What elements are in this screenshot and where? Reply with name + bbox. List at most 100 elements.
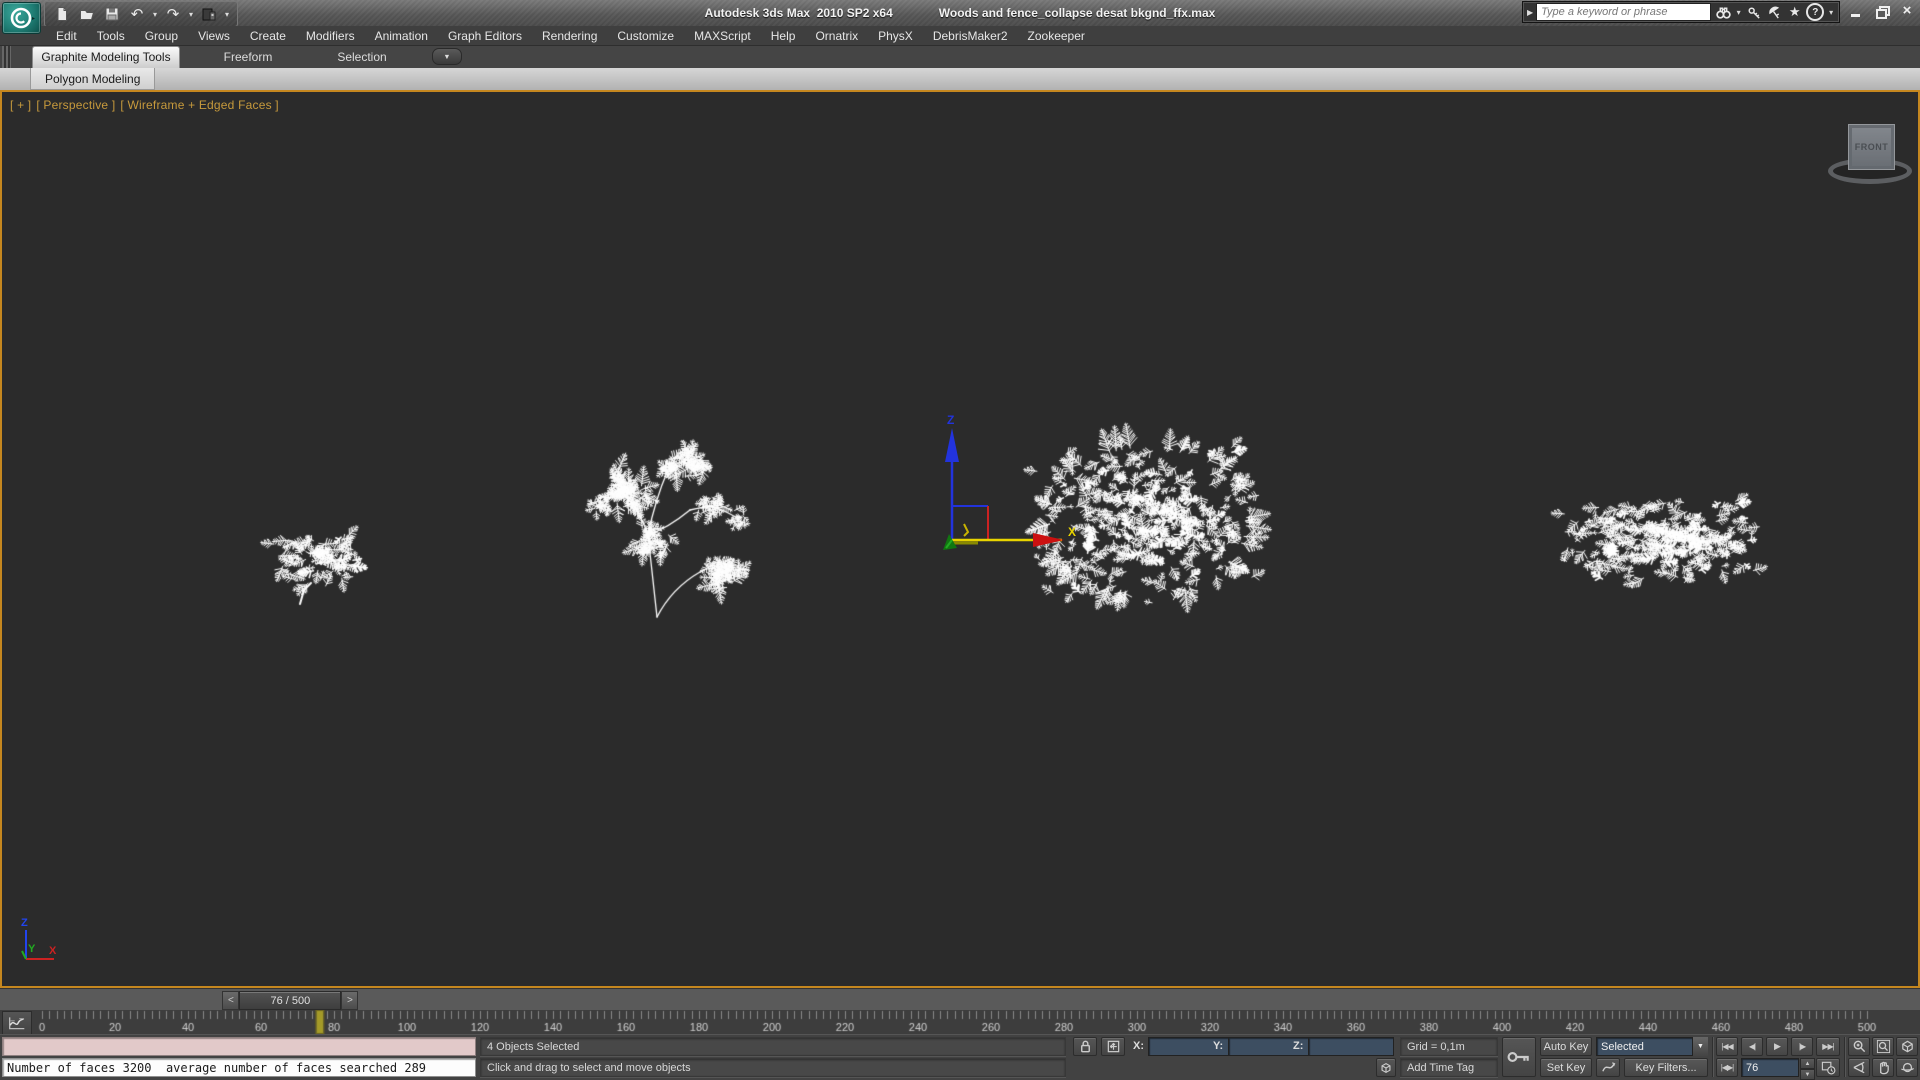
open-mini-curve-editor-button[interactable]	[2, 1011, 32, 1035]
viewport-scene-canvas[interactable]	[2, 92, 1918, 986]
key-mode-toggle-button[interactable]: |◀▶|	[1716, 1058, 1738, 1077]
application-menu-button[interactable]	[2, 2, 41, 34]
ribbon-panel-strip: Polygon Modeling	[0, 68, 1920, 91]
menu-item-help[interactable]: Help	[761, 27, 806, 45]
menu-item-views[interactable]: Views	[188, 27, 240, 45]
tab-freeform[interactable]: Freeform	[200, 47, 296, 68]
x-coordinate-label: X:	[1133, 1040, 1144, 1052]
file-title: Woods and fence_collapse desat bkgnd_ffx…	[939, 6, 1216, 20]
help-dropdown-icon[interactable]: ▾	[1827, 8, 1835, 17]
toolbar-dropdown-icon[interactable]: ▾	[223, 10, 231, 19]
search-icon[interactable]	[1714, 3, 1731, 21]
menu-item-customize[interactable]: Customize	[607, 27, 684, 45]
undo-button[interactable]: ↶	[126, 4, 148, 24]
viewcube-face-label: FRONT	[1855, 142, 1889, 152]
perspective-viewport[interactable]: Z X Z X Y [ + ] [ Perspective ] [ Wirefr…	[0, 90, 1920, 988]
favorites-star-icon[interactable]: ★	[1786, 3, 1803, 21]
manage-scenes-button[interactable]	[198, 4, 220, 24]
time-slider-track[interactable]: < 76 / 500 >	[0, 988, 1920, 1012]
frame-spinner: ▲ ▼	[1800, 1058, 1815, 1080]
track-bar[interactable]	[0, 1010, 1920, 1035]
y-coordinate-label: Y:	[1213, 1040, 1223, 1052]
subscription-key-icon[interactable]	[1745, 3, 1762, 21]
menu-item-edit[interactable]: Edit	[46, 27, 87, 45]
search-input[interactable]	[1536, 3, 1711, 21]
z-coordinate-label: Z:	[1293, 1040, 1303, 1052]
menu-item-group[interactable]: Group	[135, 27, 188, 45]
default-in-out-tangents-button[interactable]	[1596, 1058, 1620, 1077]
frame-spinner-up-icon[interactable]: ▲	[1800, 1058, 1815, 1069]
viewcube[interactable]: FRONT	[1828, 120, 1914, 202]
viewport-menu-view[interactable]: [ Perspective ]	[36, 98, 115, 112]
pan-view-button[interactable]	[1872, 1058, 1894, 1077]
menu-item-create[interactable]: Create	[240, 27, 296, 45]
menu-item-ornatrix[interactable]: Ornatrix	[805, 27, 868, 45]
key-filters-button[interactable]: Key Filters...	[1624, 1058, 1708, 1077]
3dsmax-logo-icon	[7, 5, 37, 31]
z-coordinate-field[interactable]	[1308, 1037, 1394, 1056]
minimize-button[interactable]	[1846, 3, 1864, 19]
viewport-menu-plus[interactable]: [ + ]	[10, 98, 31, 112]
grid-setting-display: Grid = 0,1m	[1400, 1037, 1498, 1056]
track-bar-ruler[interactable]	[0, 1010, 1920, 1034]
frame-spinner-down-icon[interactable]: ▼	[1800, 1069, 1815, 1080]
communication-center-icon[interactable]	[1766, 3, 1783, 21]
next-frame-button[interactable]: |▶	[1791, 1037, 1813, 1056]
time-slider-handle[interactable]: 76 / 500	[239, 991, 341, 1010]
go-to-start-button[interactable]: |◀◀	[1716, 1037, 1738, 1056]
next-frame-slider-button[interactable]: >	[341, 991, 358, 1010]
menu-item-graph-editors[interactable]: Graph Editors	[438, 27, 532, 45]
current-frame-field[interactable]: 76	[1741, 1058, 1799, 1077]
menu-item-rendering[interactable]: Rendering	[532, 27, 607, 45]
redo-button[interactable]: ↷	[162, 4, 184, 24]
search-dropdown-icon[interactable]: ▾	[1735, 8, 1743, 17]
infocenter-arrow-icon[interactable]: ▶	[1527, 8, 1533, 17]
viewport-menu-shading[interactable]: [ Wireframe + Edged Faces ]	[120, 98, 278, 112]
open-file-button[interactable]	[76, 4, 98, 24]
viewcube-cube[interactable]: FRONT	[1848, 124, 1895, 170]
absolute-mode-transform-toggle[interactable]	[1101, 1037, 1125, 1056]
close-button[interactable]: ×	[1898, 3, 1916, 19]
previous-frame-button[interactable]: ◀|	[1741, 1037, 1763, 1056]
menu-item-debrismaker2[interactable]: DebrisMaker2	[923, 27, 1018, 45]
menu-item-maxscript[interactable]: MAXScript	[684, 27, 761, 45]
set-keys-button[interactable]	[1502, 1037, 1536, 1077]
app-title: Autodesk 3ds Max 2010 SP2 x64	[705, 6, 893, 20]
restore-button[interactable]	[1872, 3, 1890, 19]
field-of-view-button[interactable]	[1848, 1058, 1870, 1077]
go-to-end-button[interactable]: ▶▶|	[1816, 1037, 1840, 1056]
redo-dropdown-icon[interactable]: ▾	[187, 10, 195, 19]
ribbon-collapse-button[interactable]: ▼	[432, 48, 462, 65]
menu-item-tools[interactable]: Tools	[87, 27, 135, 45]
zoom-extents-button[interactable]	[1896, 1037, 1918, 1056]
undo-dropdown-icon[interactable]: ▾	[151, 10, 159, 19]
orbit-view-button[interactable]	[1896, 1058, 1918, 1077]
menu-item-physx[interactable]: PhysX	[868, 27, 923, 45]
auto-key-button[interactable]: Auto Key	[1540, 1037, 1592, 1056]
zoom-button[interactable]	[1848, 1037, 1870, 1056]
menu-item-modifiers[interactable]: Modifiers	[296, 27, 365, 45]
menu-item-zookeeper[interactable]: Zookeeper	[1018, 27, 1095, 45]
previous-frame-slider-button[interactable]: <	[222, 991, 239, 1010]
tab-polygon-modeling[interactable]: Polygon Modeling	[30, 68, 155, 90]
menu-item-animation[interactable]: Animation	[365, 27, 438, 45]
new-scene-button[interactable]	[51, 4, 73, 24]
key-mode-dropdown-arrow-icon[interactable]: ▼	[1692, 1037, 1708, 1056]
maxscript-mini-listener-pink[interactable]	[2, 1037, 476, 1056]
tab-selection[interactable]: Selection	[314, 47, 410, 68]
time-configuration-button[interactable]	[1816, 1058, 1840, 1077]
quick-access-toolbar: ↶ ▾ ↷ ▾ ▾	[44, 1, 238, 27]
play-animation-button[interactable]: ▶	[1766, 1037, 1788, 1056]
zoom-all-button[interactable]	[1872, 1037, 1894, 1056]
set-key-button[interactable]: Set Key	[1540, 1058, 1592, 1077]
help-icon[interactable]: ?	[1806, 3, 1824, 21]
add-time-tag[interactable]: Add Time Tag	[1400, 1058, 1498, 1077]
maxscript-mini-listener-white[interactable]: Number of faces 3200 average number of f…	[2, 1058, 476, 1077]
key-mode-dropdown[interactable]: Selected ▼	[1596, 1037, 1708, 1056]
selection-lock-toggle[interactable]	[1073, 1037, 1097, 1056]
status-selection-text: 4 Objects Selected	[480, 1037, 1066, 1056]
time-tag-cube-icon[interactable]	[1376, 1058, 1396, 1077]
save-file-button[interactable]	[101, 4, 123, 24]
tab-graphite-modeling-tools[interactable]: Graphite Modeling Tools	[32, 46, 180, 68]
title-bar: Autodesk 3ds Max 2010 SP2 x64 Woods and …	[0, 0, 1920, 26]
